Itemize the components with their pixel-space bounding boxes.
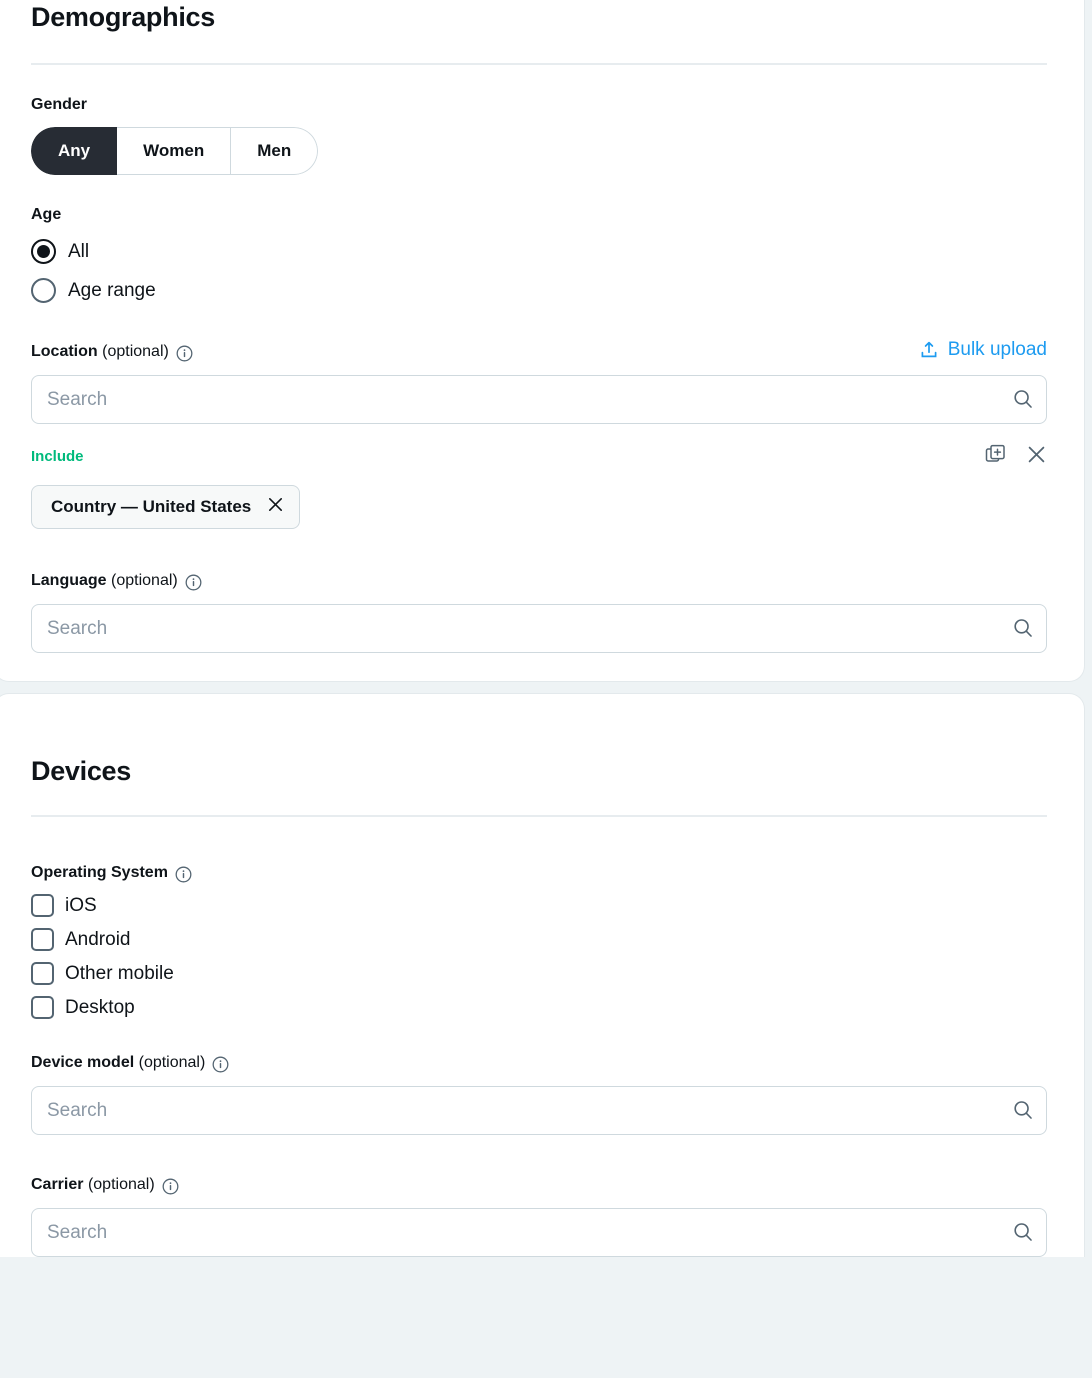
search-icon[interactable]: [1012, 1099, 1034, 1121]
location-chip[interactable]: Country — United States: [31, 485, 300, 529]
device-model-search-input[interactable]: [31, 1086, 1047, 1135]
location-optional-text: (optional): [102, 343, 169, 360]
checkbox-icon[interactable]: [31, 996, 54, 1019]
location-chip-label: Country — United States: [51, 497, 251, 517]
language-label: Language (optional): [31, 571, 178, 591]
search-icon[interactable]: [1012, 1221, 1034, 1243]
age-label: Age: [31, 205, 1047, 225]
carrier-optional-text: (optional): [88, 1176, 155, 1193]
include-label: Include: [31, 448, 84, 466]
os-option-desktop-label: Desktop: [65, 997, 135, 1019]
os-option-ios-label: iOS: [65, 895, 97, 917]
page-title: Demographics: [31, 0, 1047, 34]
close-icon[interactable]: [267, 496, 284, 518]
bulk-upload-button[interactable]: Bulk upload: [919, 339, 1047, 362]
os-option-other-mobile[interactable]: Other mobile: [31, 962, 1047, 985]
search-icon[interactable]: [1012, 388, 1034, 410]
device-model-optional-text: (optional): [139, 1054, 206, 1071]
os-option-android[interactable]: Android: [31, 928, 1047, 951]
age-option-all[interactable]: All: [31, 239, 1047, 264]
targeting-form-page: Demographics Gender Any Women Men Age Al…: [0, 0, 1092, 1257]
location-search-input[interactable]: [31, 375, 1047, 424]
info-circle-icon[interactable]: [176, 345, 193, 362]
carrier-label: Carrier (optional): [31, 1175, 155, 1195]
gender-segmented-control[interactable]: Any Women Men: [31, 127, 318, 175]
device-model-label: Device model (optional): [31, 1053, 205, 1073]
search-icon[interactable]: [1012, 617, 1034, 639]
upload-icon: [919, 340, 939, 360]
include-row: Include: [31, 444, 1047, 470]
info-circle-icon[interactable]: [185, 574, 202, 591]
language-search-wrap: [31, 604, 1047, 653]
age-option-age-range-label: Age range: [68, 280, 156, 302]
checkbox-icon[interactable]: [31, 962, 54, 985]
language-label-row: Language (optional): [31, 571, 1047, 591]
operating-system-label: Operating System: [31, 863, 168, 883]
age-option-all-label: All: [68, 241, 89, 263]
radio-icon[interactable]: [31, 239, 56, 264]
gender-label: Gender: [31, 95, 1047, 115]
carrier-search-wrap: [31, 1208, 1047, 1257]
location-label-row: Location (optional): [31, 342, 193, 362]
age-option-age-range[interactable]: Age range: [31, 278, 1047, 303]
os-option-ios[interactable]: iOS: [31, 894, 1047, 917]
location-label: Location (optional): [31, 342, 169, 362]
operating-system-field: Operating System iOS Android Other mobil…: [31, 817, 1047, 1019]
carrier-field: Carrier (optional): [31, 1135, 1047, 1257]
duplicate-plus-icon[interactable]: [985, 444, 1006, 470]
close-icon[interactable]: [1026, 444, 1047, 470]
devices-title: Devices: [31, 694, 1047, 788]
radio-icon[interactable]: [31, 278, 56, 303]
info-circle-icon[interactable]: [212, 1056, 229, 1073]
gender-option-men[interactable]: Men: [231, 127, 318, 175]
demographics-card: Demographics Gender Any Women Men Age Al…: [0, 0, 1085, 682]
language-search-input[interactable]: [31, 604, 1047, 653]
gender-option-any[interactable]: Any: [31, 127, 117, 175]
device-model-field: Device model (optional): [31, 1019, 1047, 1135]
gender-option-women[interactable]: Women: [117, 127, 231, 175]
location-field: Location (optional) Bulk upload: [31, 303, 1047, 529]
carrier-label-row: Carrier (optional): [31, 1175, 1047, 1195]
gender-field: Gender Any Women Men: [31, 65, 1047, 175]
os-option-other-mobile-label: Other mobile: [65, 963, 174, 985]
age-field: Age All Age range: [31, 175, 1047, 303]
info-circle-icon[interactable]: [175, 866, 192, 883]
carrier-search-input[interactable]: [31, 1208, 1047, 1257]
device-model-search-wrap: [31, 1086, 1047, 1135]
location-search-wrap: [31, 375, 1047, 424]
language-field: Language (optional): [31, 529, 1047, 653]
checkbox-icon[interactable]: [31, 928, 54, 951]
operating-system-label-row: Operating System: [31, 863, 1047, 883]
info-circle-icon[interactable]: [162, 1178, 179, 1195]
bulk-upload-label: Bulk upload: [948, 339, 1047, 361]
os-option-desktop[interactable]: Desktop: [31, 996, 1047, 1019]
checkbox-icon[interactable]: [31, 894, 54, 917]
os-option-android-label: Android: [65, 929, 131, 951]
language-optional-text: (optional): [111, 572, 178, 589]
devices-card: Devices Operating System iOS Android: [0, 693, 1085, 1257]
device-model-label-row: Device model (optional): [31, 1053, 1047, 1073]
